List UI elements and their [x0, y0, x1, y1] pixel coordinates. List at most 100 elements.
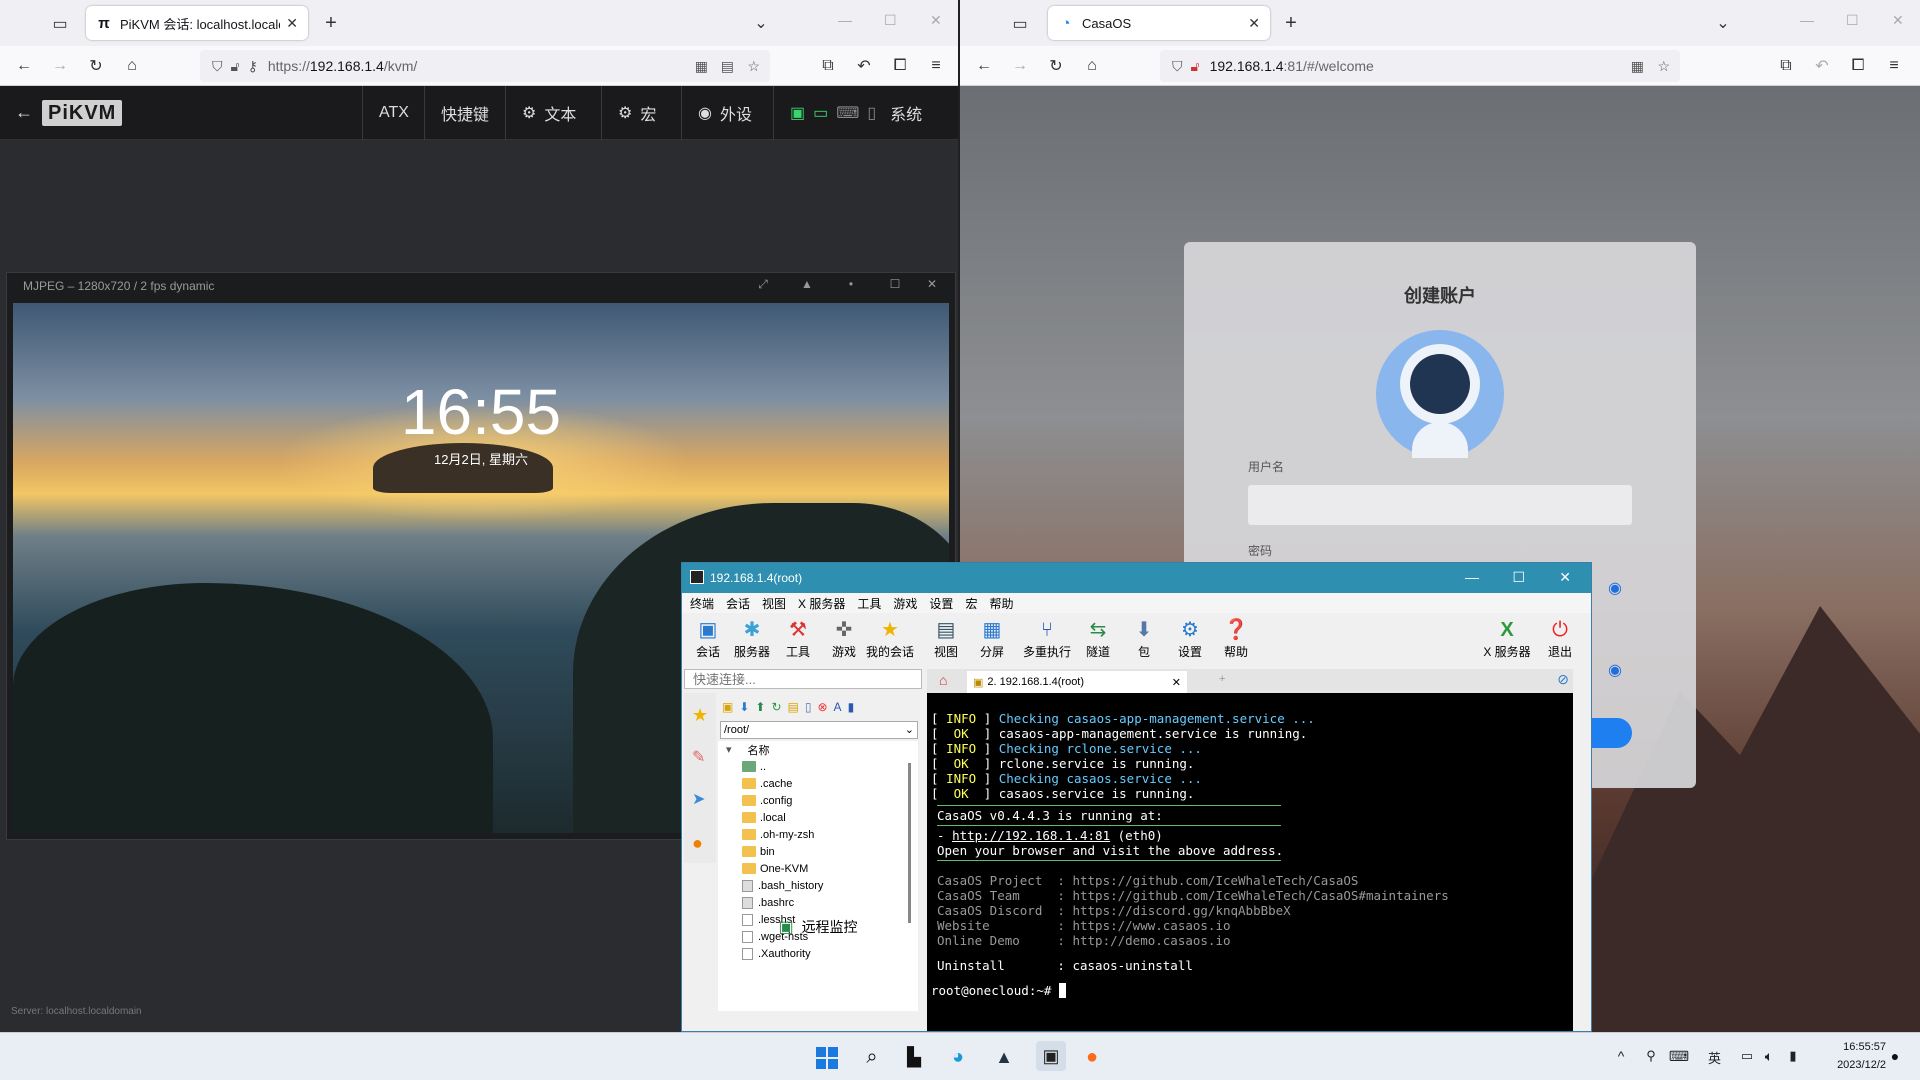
screenshot-icon[interactable]: ⧉ — [1776, 56, 1796, 76]
clock-date[interactable]: 2023/12/2 — [1818, 1059, 1886, 1071]
refresh-icon[interactable]: ↻ — [771, 700, 781, 714]
url-bar[interactable]: ⛉ 🔓︎ 192.168.1.4:81/#/welcome ▦ ☆ — [1160, 50, 1680, 82]
upload-icon[interactable]: ⬆ — [755, 700, 765, 714]
task-view-icon[interactable]: ▙ — [902, 1045, 926, 1069]
tb-settings[interactable]: ⚙ 设置 — [1164, 617, 1216, 663]
ime-indicator[interactable]: 英 — [1708, 1048, 1721, 1067]
close-tab-icon[interactable]: ✕ — [286, 15, 298, 32]
tb-tunneling[interactable]: ⇆ 隧道 — [1072, 617, 1124, 663]
tab-list-icon[interactable]: ▭ — [50, 14, 70, 34]
menu-system[interactable]: ▣ ▭ ⌨ ▯ 系统 — [773, 86, 938, 140]
reader-icon[interactable]: ▤ — [721, 58, 734, 75]
undo-icon[interactable]: ↶ — [854, 56, 874, 76]
tree-scrollbar[interactable] — [908, 763, 911, 923]
close-window-icon[interactable]: ✕ — [1892, 12, 1904, 29]
menu-terminal[interactable]: 终端 — [690, 595, 714, 612]
battery-icon[interactable]: ▮ — [1784, 1047, 1802, 1065]
username-field[interactable] — [1248, 485, 1632, 525]
list-item[interactable]: .local — [718, 809, 918, 826]
back-icon[interactable]: ← — [14, 56, 34, 76]
menu-sessions[interactable]: 会话 — [726, 595, 750, 612]
star-sidebar-icon[interactable]: ★ — [692, 705, 708, 726]
attach-icon[interactable]: ⊘ — [1557, 671, 1569, 688]
tb-xserver[interactable]: X X 服务器 — [1478, 617, 1536, 663]
maximize-icon[interactable]: ☐ — [884, 12, 897, 29]
list-item[interactable]: .bashrc — [718, 894, 918, 911]
menu-icon[interactable]: ≡ — [926, 56, 946, 76]
screenshot-icon[interactable]: ⧉ — [818, 56, 838, 76]
url-bar[interactable]: ⛉ 🔓︎ ⚷ https://192.168.1.4/kvm/ ▦ ▤ ☆ — [200, 50, 770, 82]
quick-connect-input[interactable] — [684, 669, 922, 689]
expand-icon[interactable]: ⤢ — [741, 277, 785, 292]
new-folder-icon[interactable]: ▤ — [788, 700, 799, 714]
tab-casaos[interactable]: ◔ CasaOS ✕ — [1048, 6, 1270, 40]
forward-icon[interactable]: → — [50, 56, 70, 76]
volume-icon[interactable]: 🔈︎ — [1760, 1047, 1778, 1065]
sftp-sidebar-icon[interactable]: ● — [692, 833, 703, 854]
new-tab-icon[interactable]: + — [320, 12, 342, 34]
tools-sidebar-icon[interactable]: ✎ — [692, 747, 705, 767]
close-stream-icon[interactable]: ✕ — [917, 277, 947, 292]
start-icon[interactable] — [816, 1047, 838, 1069]
clock-time[interactable]: 16:55:57 — [1826, 1041, 1886, 1053]
menu-shortcuts[interactable]: 快捷键 — [424, 86, 505, 140]
list-item[interactable]: .Xauthority — [718, 945, 918, 962]
properties-icon[interactable]: ▮ — [848, 700, 855, 714]
tb-packages[interactable]: ⬇ 包 — [1118, 617, 1170, 663]
screenshot-icon[interactable]: ▲ — [785, 277, 829, 292]
remote-monitor-button[interactable]: ▣ 远程监控 — [718, 913, 918, 941]
display-tray-icon[interactable]: ▭ — [1738, 1047, 1756, 1065]
list-item[interactable]: .config — [718, 792, 918, 809]
reload-icon[interactable]: ↻ — [1046, 56, 1066, 76]
chevron-up-icon[interactable]: ^ — [1612, 1047, 1630, 1065]
maximize-icon[interactable]: ☐ — [1512, 569, 1525, 586]
menu-macro[interactable]: ⚙ 宏 — [601, 86, 672, 140]
new-tab-icon[interactable]: + — [1280, 12, 1302, 34]
tab-list-icon[interactable]: ▭ — [1010, 14, 1030, 34]
tb-split[interactable]: ▦ 分屏 — [966, 617, 1018, 663]
app-icon[interactable]: ▲ — [992, 1045, 1016, 1069]
new-file-icon[interactable]: ▯ — [805, 700, 812, 714]
path-box[interactable]: /root/ ⌄ — [720, 721, 918, 739]
dot-icon[interactable]: • — [829, 277, 873, 292]
session-tab[interactable]: ▣ 2. 192.168.1.4(root) ✕ — [967, 671, 1187, 693]
tb-tools[interactable]: ⚒ 工具 — [772, 617, 824, 663]
firefox-icon[interactable]: ● — [1080, 1045, 1104, 1069]
tb-exit[interactable]: ⏻ 退出 — [1534, 617, 1586, 663]
minimize-icon[interactable]: — — [1800, 12, 1814, 28]
tb-my-sessions[interactable]: ★ 我的会话 — [864, 617, 916, 663]
menu-help[interactable]: 帮助 — [989, 595, 1013, 612]
menu-games[interactable]: 游戏 — [893, 595, 917, 612]
extensions-icon[interactable]: ⧠ — [890, 56, 910, 76]
list-item[interactable]: bin — [718, 843, 918, 860]
back-icon[interactable]: ← — [974, 56, 994, 76]
extensions-icon[interactable]: ⧠ — [1848, 56, 1868, 76]
eye-icon[interactable]: ◉ — [1608, 578, 1622, 598]
close-tab-icon[interactable]: ✕ — [1172, 676, 1181, 689]
network-tray-icon[interactable]: ⚲ — [1642, 1047, 1660, 1065]
terminal[interactable]: [ INFO ] Checking casaos-app-management.… — [927, 693, 1573, 1031]
menu-atx[interactable]: ATX — [362, 86, 425, 140]
download-icon[interactable]: ⬇ — [739, 700, 749, 714]
qr-icon[interactable]: ▦ — [695, 58, 708, 75]
list-tabs-icon[interactable]: ⌄ — [750, 12, 772, 34]
menu-text[interactable]: ⚙ 文本 — [505, 86, 592, 140]
bookmark-star-icon[interactable]: ☆ — [747, 58, 760, 75]
search-icon[interactable]: ⌕ — [860, 1045, 884, 1069]
list-item[interactable]: One-KVM — [718, 860, 918, 877]
parent-dir-icon[interactable]: ▣ — [722, 700, 733, 714]
qr-icon[interactable]: ▦ — [1631, 58, 1644, 75]
home-tab-icon[interactable]: ⌂ — [939, 672, 947, 688]
delete-icon[interactable]: ⊗ — [817, 700, 827, 714]
close-tab-icon[interactable]: ✕ — [1248, 15, 1260, 32]
home-icon[interactable]: ⌂ — [122, 56, 142, 76]
menu-peripherals[interactable]: ◉ 外设 — [681, 86, 768, 140]
menu-view[interactable]: 视图 — [762, 595, 786, 612]
menu-macros[interactable]: 宏 — [965, 595, 977, 612]
list-item[interactable]: .oh-my-zsh — [718, 826, 918, 843]
keyboard-tray-icon[interactable]: ⌨ — [1669, 1047, 1689, 1065]
minimize-icon[interactable]: — — [1465, 569, 1479, 585]
list-tabs-icon[interactable]: ⌄ — [1712, 12, 1734, 34]
close-window-icon[interactable]: ✕ — [930, 12, 942, 29]
reload-icon[interactable]: ↻ — [86, 56, 106, 76]
